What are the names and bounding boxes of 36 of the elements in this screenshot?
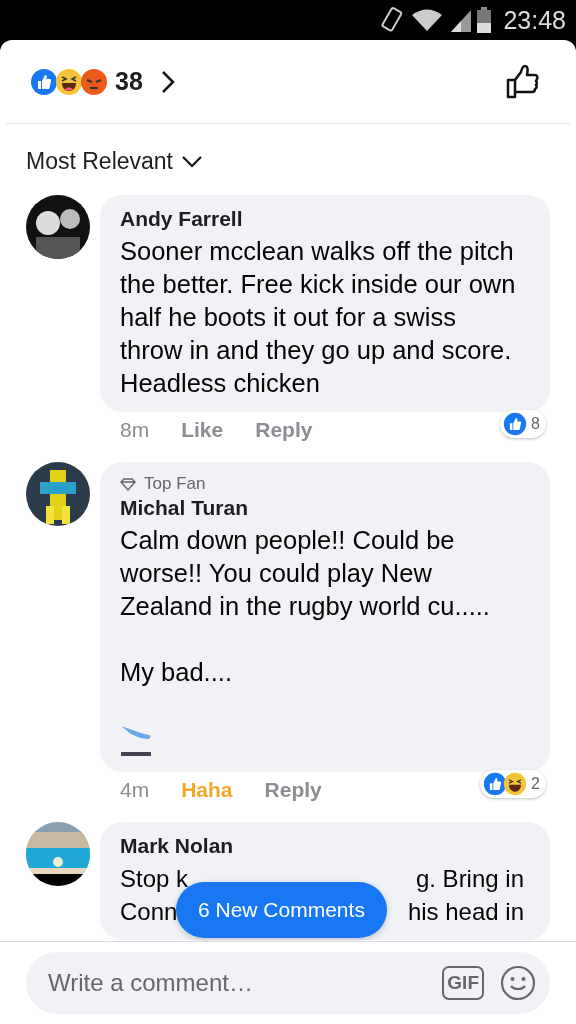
chevron-down-icon[interactable] [181,154,203,169]
comment-input[interactable]: Write a comment… GIF [26,952,550,1014]
wifi-icon [411,8,444,32]
like-reaction-icon [503,412,528,436]
haha-reaction-icon [55,67,83,96]
reaction-summary[interactable]: 2 [480,770,546,798]
top-fan-label: Top Fan [144,474,206,494]
diamond-icon [120,477,136,491]
reply-link[interactable]: Reply [255,418,313,442]
author-name[interactable]: Michal Turan [120,496,524,520]
like-reaction-icon [30,67,58,96]
comment-text: Conn [120,897,178,927]
reply-link[interactable]: Reply [264,778,322,802]
author-name[interactable]: Mark Nolan [120,834,524,858]
reaction-summary[interactable]: 8 [500,410,546,438]
comment-text: Calm down people!! Could be worse!! You could play New Zealand in the rugby world cu..... [120,525,491,622]
author-name[interactable]: Andy Farrell [120,207,524,231]
clock-time: 23:48 [503,5,566,35]
chevron-right-icon[interactable] [160,69,175,94]
haha-reaction-icon [503,772,528,796]
gif-button[interactable]: GIF [442,966,484,1000]
comment-text: his head in [407,897,524,927]
like-link[interactable]: Like [181,418,224,442]
comment-time: 8m [120,418,150,442]
battery-icon [477,7,492,33]
angry-reaction-icon [80,67,108,96]
like-reaction-icon [483,772,508,796]
sort-dropdown[interactable]: Most Relevant [26,148,173,175]
comment-text: g. Bring in [415,864,524,894]
reaction-count: 38 [115,67,143,96]
comment-text: My bad.... [120,657,233,688]
signal-icon [449,8,472,32]
thumbs-up-icon[interactable] [506,64,540,99]
comment-time: 4m [120,778,150,802]
emoji-icon[interactable] [500,965,536,1001]
comment-text: Sooner mcclean walks off the pitch the better. Free kick inside our own half he boots it out for a swiss throw in and they go up and score. Headless chicken [120,236,517,399]
